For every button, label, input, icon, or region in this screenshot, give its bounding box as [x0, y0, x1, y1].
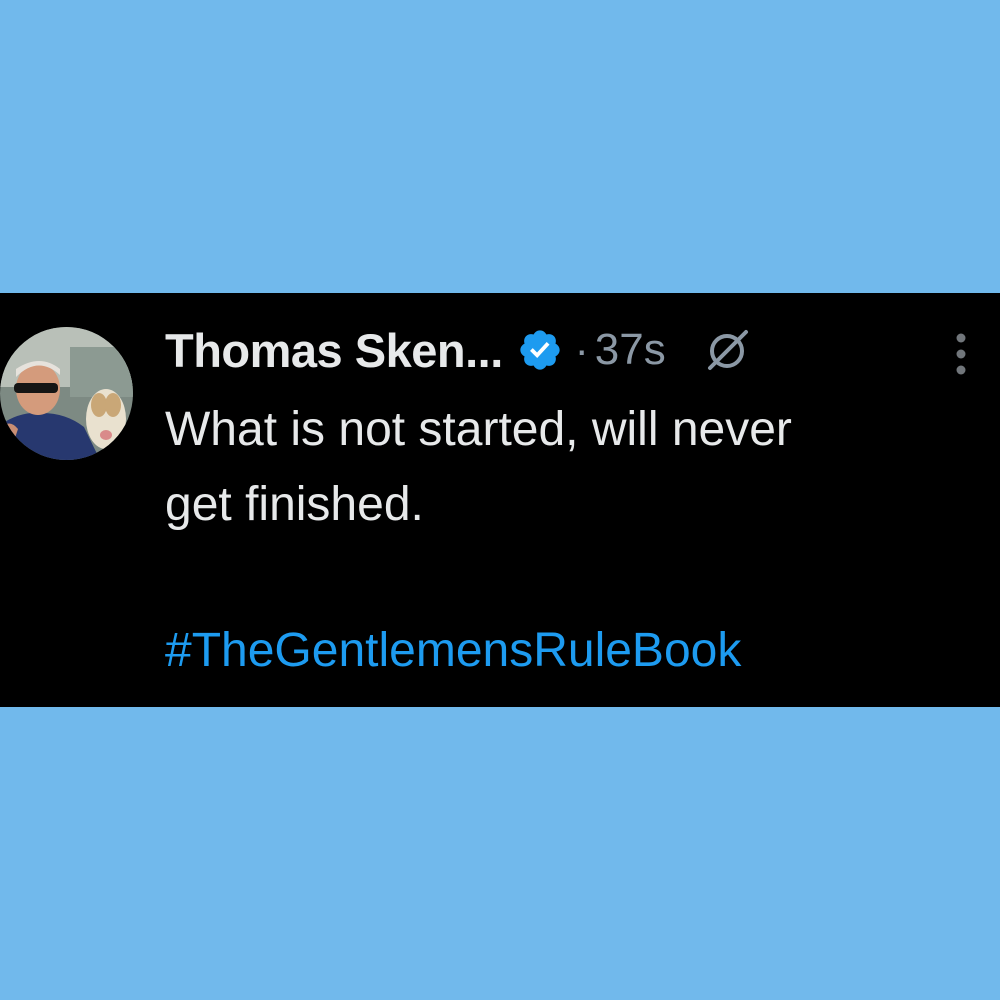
tweet-header: Thomas Sken... · 37s	[165, 318, 752, 382]
avatar[interactable]	[0, 327, 133, 460]
tweet-text-line-1: What is not started, will never	[165, 403, 792, 456]
author-name[interactable]: Thomas Sken...	[165, 323, 503, 378]
hashtag-link[interactable]: #TheGentlemensRuleBook	[165, 619, 741, 683]
tweet-text-line-2: get finished.	[165, 478, 424, 531]
verified-badge-icon	[517, 327, 563, 373]
tweet-text: What is not started, will never get finis…	[165, 392, 985, 542]
grok-icon[interactable]	[704, 326, 752, 374]
timestamp[interactable]: 37s	[595, 325, 666, 375]
more-vertical-icon[interactable]	[950, 330, 972, 380]
separator-dot: ·	[574, 326, 589, 373]
